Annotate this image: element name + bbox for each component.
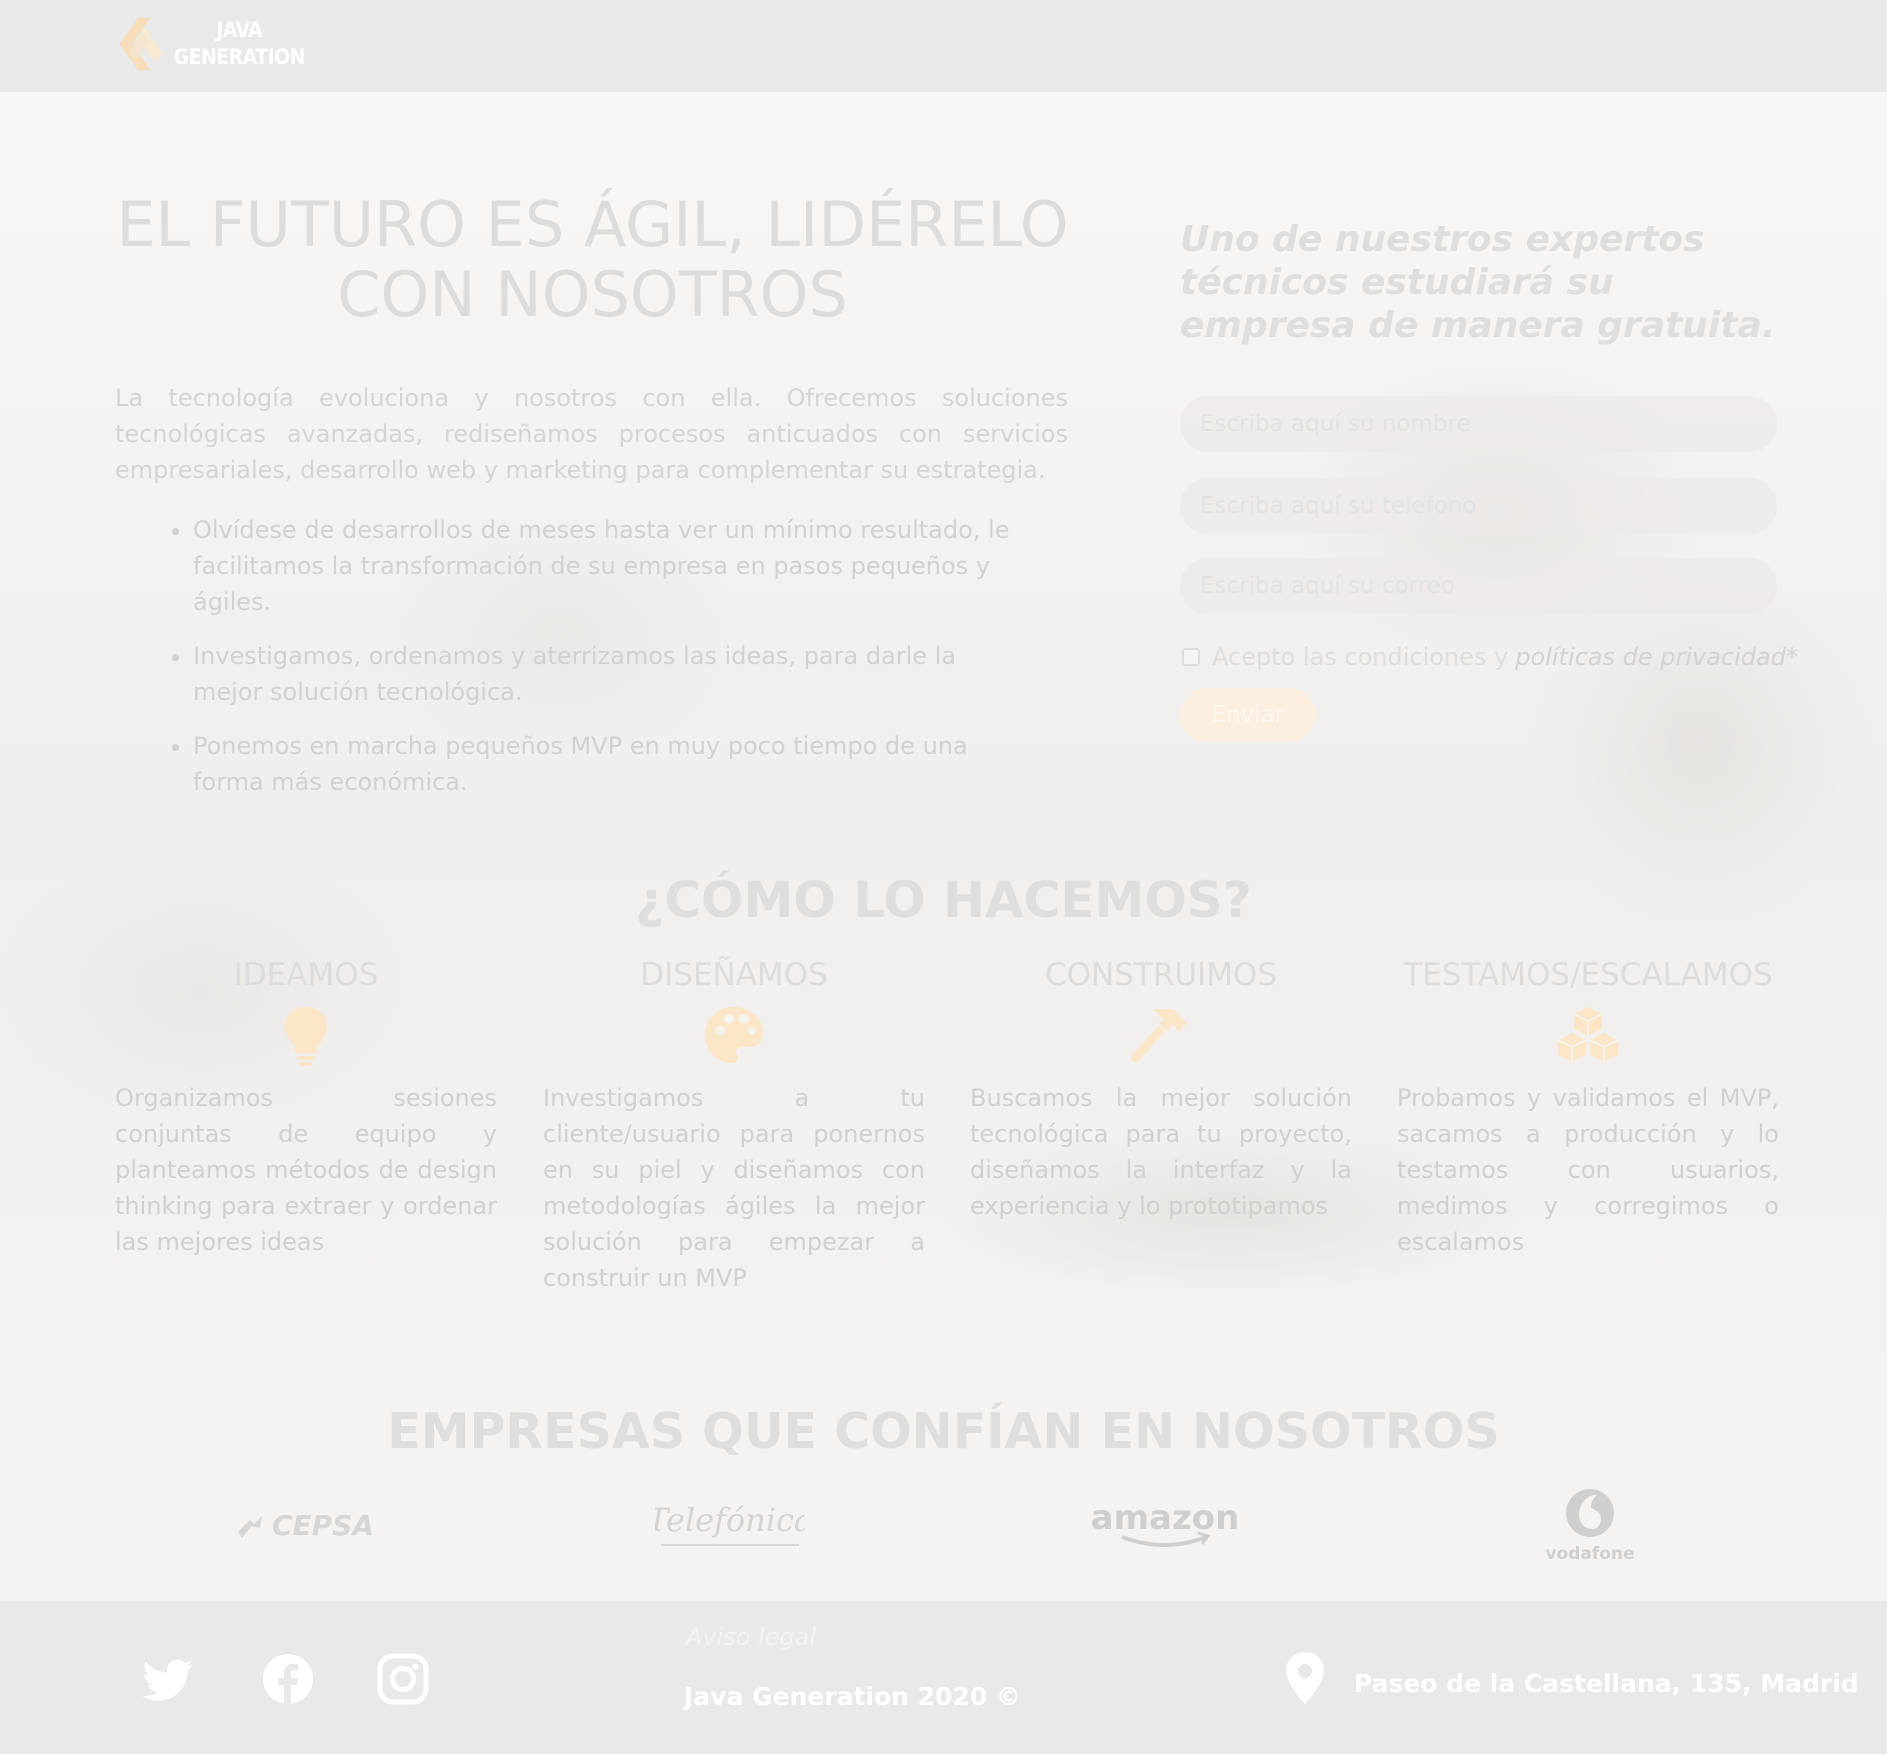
amazon-logo: amazon bbox=[1091, 1498, 1240, 1547]
step-title: IDEAMOS bbox=[233, 957, 379, 993]
map-pin-icon bbox=[1286, 1652, 1324, 1704]
twitter-icon[interactable] bbox=[143, 1652, 197, 1706]
vodafone-logo: vodafone bbox=[1545, 1489, 1635, 1564]
hammer-icon bbox=[1130, 1009, 1187, 1063]
form-heading: Uno de nuestros expertos técnicos estudi… bbox=[1180, 219, 1776, 346]
step-testamos: TESTAMOS/ESCALAMOS Probamos y validamos … bbox=[1397, 955, 1779, 1260]
client-name: CEPSA bbox=[272, 1509, 374, 1542]
step-title: TESTAMOS/ESCALAMOS bbox=[1403, 957, 1773, 993]
list-item: Investigamos, ordenamos y aterrizamos la… bbox=[170, 638, 1010, 710]
logo-line-2: GENERATION bbox=[173, 45, 306, 69]
address-text: Paseo de la Castellana, 135, Madrid bbox=[1354, 1669, 1859, 1698]
hero-bullet-list: Olvídese de desarrollos de meses hasta v… bbox=[170, 512, 1010, 818]
client-name: amazon bbox=[1091, 1498, 1240, 1538]
clients-section-title: EMPRESAS QUE CONFÍAN EN NOSOTROS bbox=[387, 1403, 1500, 1460]
client-name: Telefónica bbox=[655, 1501, 805, 1539]
lightbulb-icon bbox=[285, 1007, 327, 1066]
consent-row: Acepto las condiciones y políticas de pr… bbox=[1180, 640, 1798, 674]
cubes-icon bbox=[1557, 1007, 1619, 1062]
step-title: CONSTRUIMOS bbox=[1044, 957, 1278, 993]
client-name: vodafone bbox=[1545, 1544, 1634, 1564]
cepsa-logo: CEPSA bbox=[238, 1509, 374, 1542]
privacy-policy-link[interactable]: políticas de privacidad* bbox=[1515, 643, 1798, 671]
step-construimos: CONSTRUIMOS Buscamos la mejor solución t… bbox=[970, 955, 1352, 1224]
send-button[interactable]: Enviar bbox=[1180, 688, 1316, 742]
hero-title: EL FUTURO ES ÁGIL, LIDÉRELO CON NOSOTROS bbox=[116, 188, 1069, 331]
email-field[interactable] bbox=[1180, 558, 1777, 614]
consent-label: Acepto las condiciones y bbox=[1212, 643, 1509, 671]
step-description: Investigamos a tu cliente/usuario para p… bbox=[543, 1084, 925, 1292]
step-ideamos: IDEAMOS Organizamos sesiones conjuntas d… bbox=[115, 955, 497, 1260]
step-title: DISEÑAMOS bbox=[640, 957, 828, 993]
step-description: Organizamos sesiones conjuntas de equipo… bbox=[115, 1084, 497, 1256]
palette-icon bbox=[705, 1007, 763, 1063]
client-logo-cepsa: CEPSA bbox=[230, 1490, 380, 1560]
copyright-text: Java Generation 2020 © bbox=[684, 1682, 1021, 1711]
client-logo-telefonica: Telefónica bbox=[655, 1490, 805, 1560]
name-field[interactable] bbox=[1180, 396, 1777, 452]
consent-checkbox[interactable] bbox=[1182, 648, 1200, 666]
logo-mark-icon bbox=[119, 17, 163, 71]
instagram-icon[interactable] bbox=[376, 1652, 430, 1706]
site-logo[interactable]: JAVA GENERATION bbox=[115, 8, 306, 80]
step-description: Probamos y validamos el MVP, sacamos a p… bbox=[1397, 1084, 1779, 1256]
telefonica-logo: Telefónica bbox=[655, 1501, 805, 1546]
legal-notice-link[interactable]: Aviso legal bbox=[686, 1623, 816, 1651]
list-item: Ponemos en marcha pequeños MVP en muy po… bbox=[170, 728, 1010, 800]
step-description: Buscamos la mejor solución tecnológica p… bbox=[970, 1084, 1352, 1220]
step-disenamos: DISEÑAMOS Investigamos a tu cliente/usua… bbox=[543, 955, 925, 1296]
logo-wordmark: JAVA GENERATION bbox=[173, 17, 306, 71]
logo-line-1: JAVA bbox=[216, 18, 263, 42]
phone-field[interactable] bbox=[1180, 478, 1777, 534]
client-logo-vodafone: vodafone bbox=[1535, 1485, 1645, 1565]
how-section-title: ¿CÓMO LO HACEMOS? bbox=[635, 871, 1252, 929]
facebook-icon[interactable] bbox=[261, 1652, 315, 1706]
client-logo-amazon: amazon bbox=[1090, 1490, 1240, 1560]
hero-intro: La tecnología evoluciona y nosotros con … bbox=[115, 384, 1068, 484]
site-header: JAVA GENERATION bbox=[0, 0, 1887, 92]
list-item: Olvídese de desarrollos de meses hasta v… bbox=[170, 512, 1010, 620]
